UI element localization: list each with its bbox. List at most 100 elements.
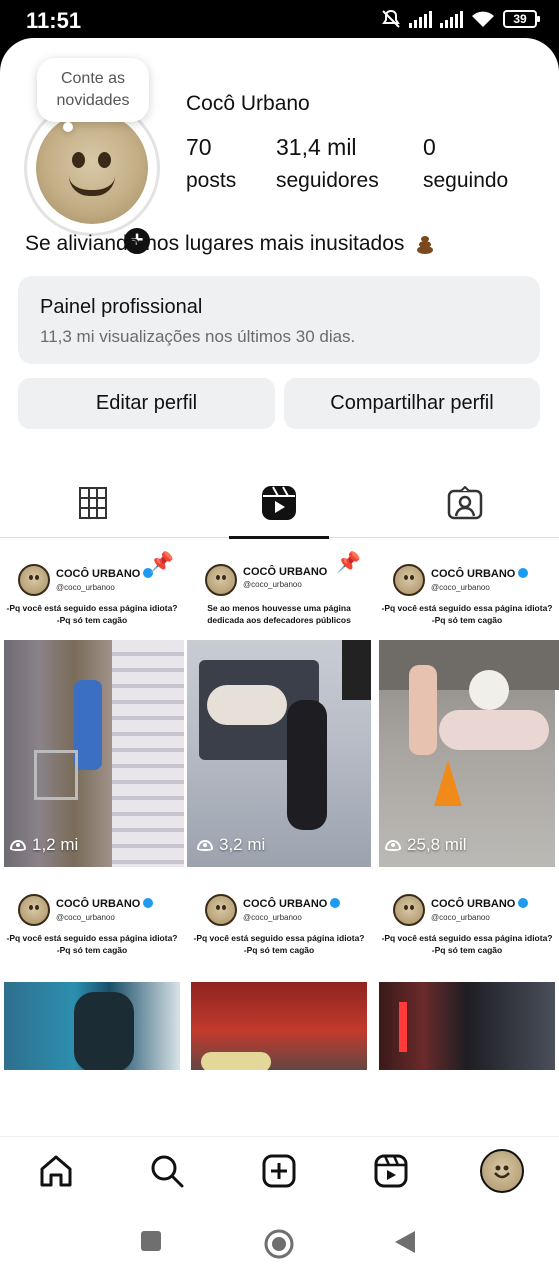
stat-value: 0: [423, 134, 436, 160]
signal-icon-2: [440, 10, 463, 28]
bell-muted-icon: [382, 9, 400, 28]
bottom-nav: [0, 1136, 559, 1210]
reel-brand: COCÔ URBANO: [431, 898, 516, 910]
status-icons: 39: [381, 9, 540, 29]
reel-thumbnail[interactable]: COCÔ URBANO @coco_urbanoo -Pq você está …: [375, 870, 559, 1070]
reel-thumbnail[interactable]: COCÔ URBANO @coco_urbanoo -Pq você está …: [375, 540, 559, 867]
nav-create[interactable]: [259, 1151, 299, 1191]
reel-image: [4, 640, 184, 867]
system-nav: [0, 1210, 559, 1280]
tab-grid[interactable]: [43, 468, 143, 538]
reel-caption: -Pq você está seguido essa página idiota…: [381, 933, 553, 955]
reel-brand: COCÔ URBANO: [243, 898, 328, 910]
reel-handle: @coco_urbanoo: [56, 913, 115, 922]
reel-image: [191, 982, 367, 1070]
logo-icon: [393, 894, 425, 926]
bio-text: Se aliviando nos lugares mais inusitados: [25, 232, 405, 255]
reel-handle: @coco_urbanoo: [431, 583, 490, 592]
reel-handle: @coco_urbanoo: [243, 913, 302, 922]
reel-brand: COCÔ URBANO: [243, 566, 328, 578]
pin-icon: 📌: [336, 552, 361, 574]
edit-profile-button[interactable]: Editar perfil: [18, 378, 275, 429]
reel-thumbnail[interactable]: COCÔ URBANO @coco_urbanoo Se ao menos ho…: [187, 540, 371, 867]
reel-image: [4, 982, 180, 1070]
verified-icon: [518, 568, 529, 578]
back-button[interactable]: [394, 1230, 416, 1259]
profile-screen: + Conte as novidades Cocô Urbano 70 post…: [0, 38, 559, 1280]
reel-caption: -Pq você está seguido essa página idiota…: [6, 603, 178, 625]
reel-thumbnail[interactable]: COCÔ URBANO @coco_urbanoo -Pq você está …: [0, 540, 184, 867]
nav-home[interactable]: [36, 1151, 76, 1191]
pin-icon: 📌: [149, 552, 174, 574]
nav-profile[interactable]: [480, 1149, 524, 1193]
bio: Se aliviando nos lugares mais inusitados: [25, 232, 436, 256]
reel-caption: -Pq você está seguido essa página idiota…: [193, 933, 365, 955]
circle-icon: [264, 1229, 294, 1259]
logo-icon: [18, 564, 50, 596]
view-count: 25,8 mil: [407, 835, 467, 854]
battery-icon: 39: [503, 10, 540, 28]
logo-icon: [205, 564, 237, 596]
profile-name: Cocô Urbano: [186, 92, 310, 115]
signal-icon: [409, 10, 432, 28]
reel-brand: COCÔ URBANO: [56, 568, 141, 580]
panel-subtitle: 11,3 mi visualizações nos últimos 30 dia…: [40, 327, 356, 346]
reel-caption: -Pq você está seguido essa página idiota…: [6, 933, 178, 955]
recents-button[interactable]: [140, 1230, 162, 1257]
view-count: 1,2 mi: [32, 835, 79, 854]
reel-image: [379, 982, 555, 1070]
nav-search[interactable]: [147, 1151, 187, 1191]
tagged-icon: [447, 486, 483, 520]
tab-reels[interactable]: [229, 468, 329, 539]
logo-icon: [205, 894, 237, 926]
reel-brand: COCÔ URBANO: [431, 568, 516, 580]
stat-label: posts: [186, 169, 237, 192]
reel-caption: -Pq você está seguido essa página idiota…: [381, 603, 553, 625]
reel-thumbnail[interactable]: COCÔ URBANO @coco_urbanoo -Pq você está …: [187, 870, 371, 1070]
stat-value: 31,4 mil: [276, 134, 357, 160]
profile-avatar: [494, 1165, 510, 1179]
back-triangle-icon: [395, 1231, 415, 1253]
reel-thumbnail[interactable]: COCÔ URBANO @coco_urbanoo -Pq você está …: [0, 870, 184, 1070]
reel-brand: COCÔ URBANO: [56, 898, 141, 910]
stat-followers[interactable]: 31,4 mil seguidores: [276, 134, 379, 193]
share-profile-button[interactable]: Compartilhar perfil: [284, 378, 540, 429]
views-icon: [197, 839, 213, 851]
stat-label: seguindo: [423, 169, 509, 192]
panel-title: Painel profissional: [40, 296, 203, 318]
views-icon: [385, 839, 401, 851]
logo-icon: [18, 894, 50, 926]
logo-icon: [393, 564, 425, 596]
reels-icon: [262, 486, 296, 520]
profile-tabs: [0, 468, 559, 539]
verified-icon: [518, 898, 529, 908]
home-icon: [40, 1155, 72, 1187]
reel-image: [379, 640, 559, 867]
stat-posts[interactable]: 70 posts: [186, 134, 236, 193]
status-bar: 11:51 39: [0, 0, 559, 40]
home-button[interactable]: [263, 1228, 295, 1265]
square-icon: [141, 1231, 161, 1251]
search-icon: [151, 1155, 184, 1188]
views-icon: [10, 839, 26, 851]
view-count: 3,2 mi: [219, 835, 266, 854]
verified-icon: [330, 898, 341, 908]
professional-dashboard[interactable]: Painel profissional 11,3 mi visualizaçõe…: [18, 276, 540, 364]
note-bubble[interactable]: Conte as novidades: [37, 58, 149, 132]
reel-caption: Se ao menos houvesse uma página dedicada…: [207, 603, 351, 625]
tab-tagged[interactable]: [415, 468, 515, 538]
grid-icon: [79, 487, 107, 519]
battery-level: 39: [513, 12, 527, 26]
reel-image: [187, 640, 371, 867]
stat-value: 70: [186, 134, 212, 160]
stat-following[interactable]: 0 seguindo: [423, 134, 508, 193]
reels-icon: [374, 1154, 408, 1188]
reel-handle: @coco_urbanoo: [56, 583, 115, 592]
avatar-image: [36, 112, 148, 224]
verified-icon: [143, 898, 154, 908]
nav-reels[interactable]: [371, 1151, 411, 1191]
reel-handle: @coco_urbanoo: [243, 580, 302, 589]
stat-label: seguidores: [276, 169, 379, 192]
clock: 11:51: [26, 8, 82, 33]
wifi-icon: [472, 11, 494, 27]
